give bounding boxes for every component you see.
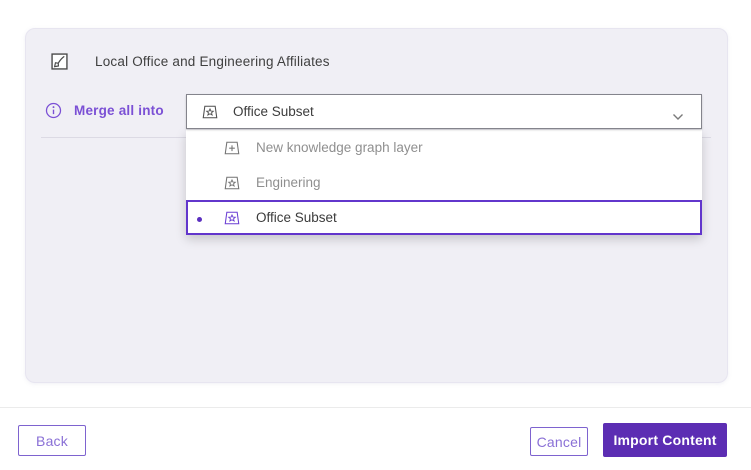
import-content-button[interactable]: Import Content [603,423,727,457]
merge-row: Merge all into [45,102,164,119]
selected-bullet-icon [197,217,202,222]
menu-option-office-subset[interactable]: Office Subset [186,200,702,235]
link-chart-icon [51,53,68,70]
select-value: Office Subset [233,104,314,119]
knowledge-graph-layer-icon [201,104,219,120]
merge-all-into-label: Merge all into [74,103,164,118]
back-button[interactable]: Back [18,425,86,456]
menu-option-label: Office Subset [256,210,337,225]
import-options-panel: Local Office and Engineering Affiliates … [25,28,728,383]
menu-option-label: New knowledge graph layer [256,140,423,155]
knowledge-graph-layer-icon [223,175,241,191]
chevron-down-icon[interactable] [672,108,684,126]
new-knowledge-graph-layer-icon [223,140,241,156]
footer-divider [0,407,751,408]
menu-option-new-layer[interactable]: New knowledge graph layer [186,130,702,165]
source-layer-label: Local Office and Engineering Affiliates [95,54,330,69]
menu-option-enginering[interactable]: Enginering [186,165,702,200]
merge-target-select[interactable]: Office Subset [186,94,702,129]
cancel-button[interactable]: Cancel [530,427,588,456]
info-icon[interactable] [45,102,62,119]
menu-option-label: Enginering [256,175,321,190]
knowledge-graph-layer-icon [223,210,241,226]
source-layer-row: Local Office and Engineering Affiliates [51,53,330,70]
merge-target-menu: New knowledge graph layer Enginering Off… [186,130,702,235]
